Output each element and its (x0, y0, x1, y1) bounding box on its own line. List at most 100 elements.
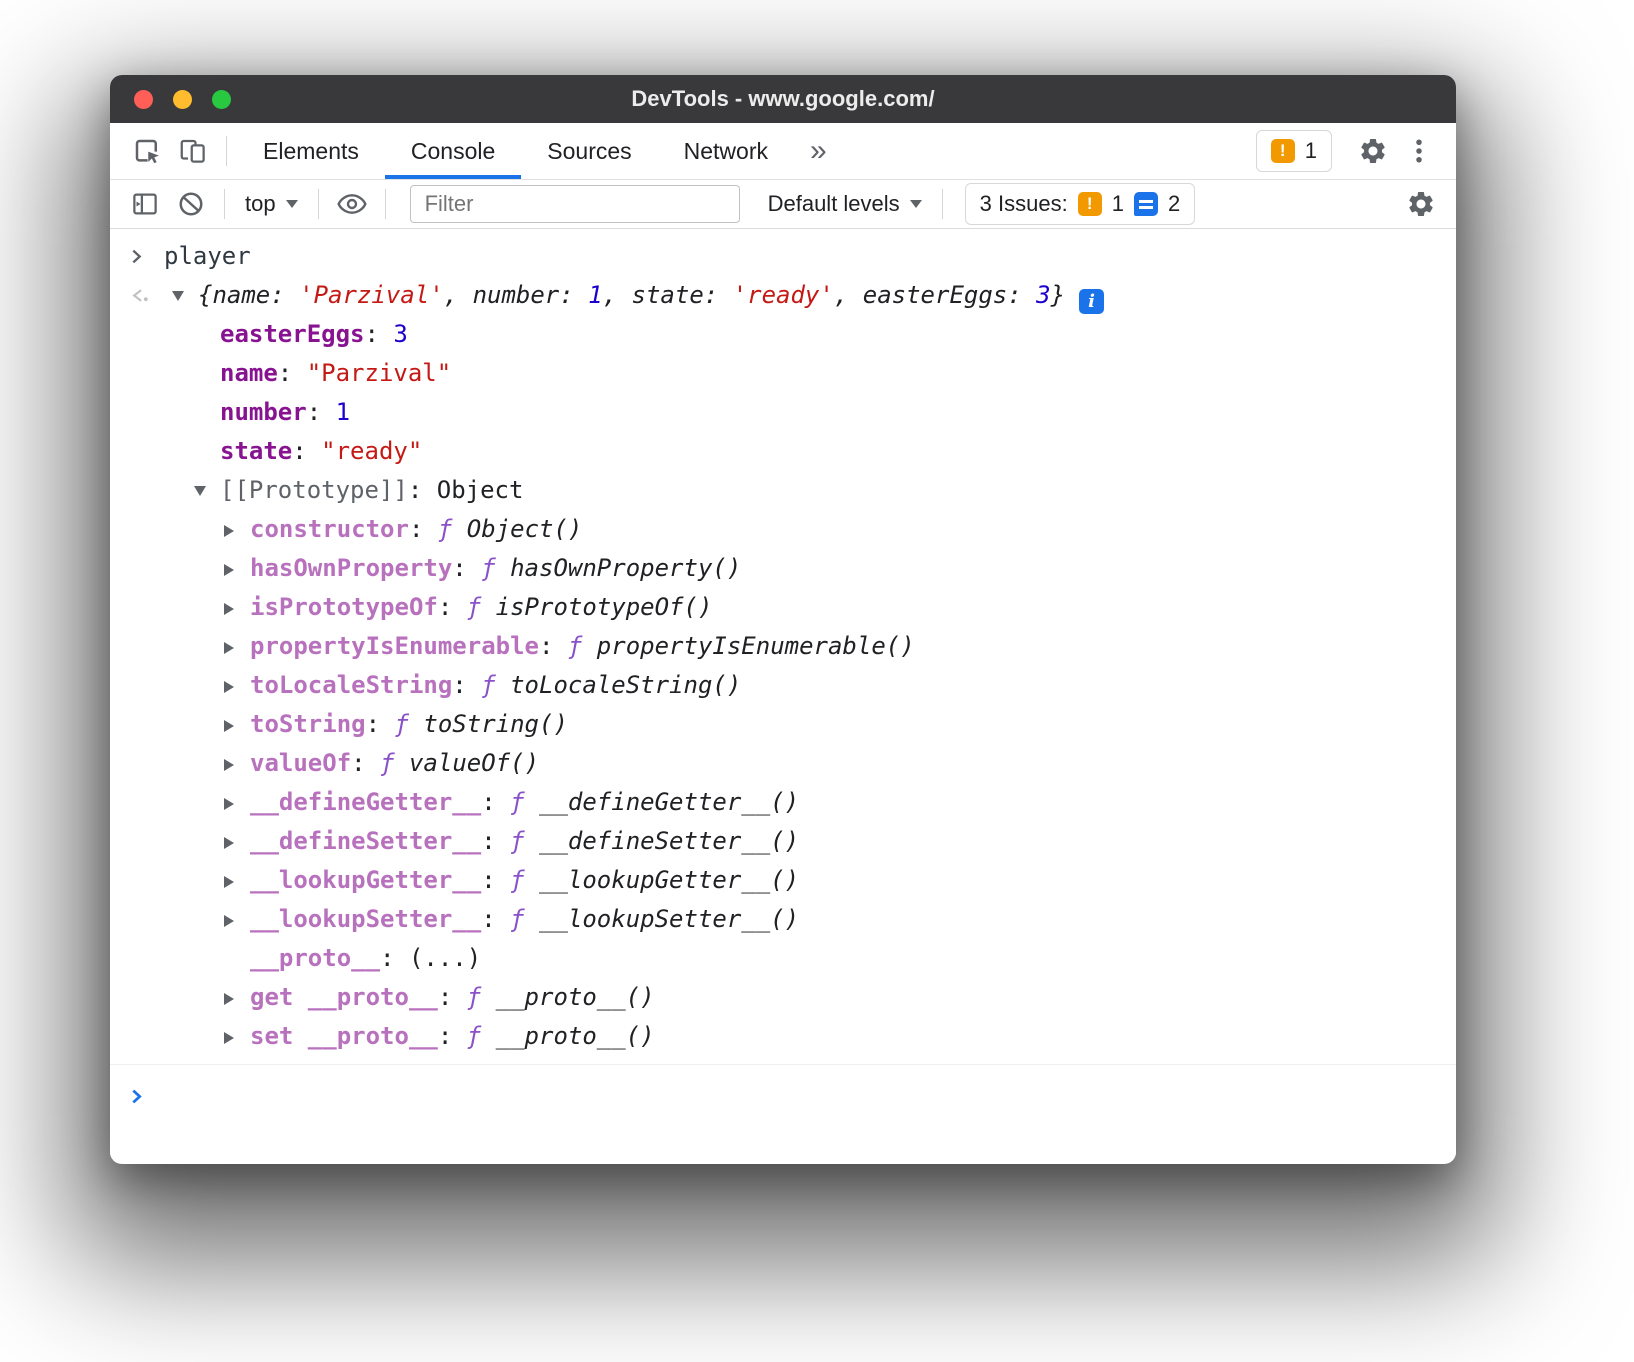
tab-sources[interactable]: Sources (521, 123, 657, 179)
disclosure-triangle-icon[interactable] (224, 744, 250, 783)
disclosure-triangle-icon[interactable] (224, 1017, 250, 1056)
disclosure-triangle-icon[interactable] (224, 627, 250, 666)
console-token: 'ready' (733, 281, 834, 309)
console-row: propertyIsEnumerable: ƒ propertyIsEnumer… (110, 627, 1456, 666)
console-token: : (481, 866, 510, 894)
console-token: toLocaleString() (510, 671, 741, 699)
console-panel: player{name: 'Parzival', number: 1, stat… (110, 229, 1456, 1163)
console-token: number (473, 281, 560, 309)
disclosure-triangle-icon[interactable] (224, 705, 250, 744)
filter-input[interactable] (410, 185, 740, 223)
separator (318, 189, 319, 219)
console-token: __defineSetter__() (539, 827, 799, 855)
return-value-arrow-icon (128, 276, 152, 315)
console-token: "ready" (321, 437, 422, 465)
clear-console-icon[interactable] (168, 181, 214, 227)
disclosure-triangle-icon[interactable] (224, 861, 250, 900)
separator (942, 189, 943, 219)
disclosure-triangle-icon[interactable] (224, 549, 250, 588)
issues-warning-count: 1 (1112, 191, 1124, 217)
disclosure-triangle-icon[interactable] (224, 978, 250, 1017)
console-token: : (278, 359, 307, 387)
console-token: : (438, 593, 467, 621)
warning-icon: ! (1078, 192, 1102, 216)
disclosure-triangle-icon[interactable] (172, 276, 198, 315)
console-token: __lookupSetter__() (539, 905, 799, 933)
console-token: ƒ (467, 1022, 496, 1050)
console-token: 1 (588, 281, 602, 309)
console-token: __defineSetter__ (250, 827, 481, 855)
console-token: : (559, 281, 588, 309)
console-token: state (632, 281, 704, 309)
console-token: : (481, 905, 510, 933)
console-token: hasOwnProperty (250, 554, 452, 582)
console-token: valueOf (250, 749, 351, 777)
console-token: , (834, 281, 863, 309)
panel-tab-bar: ElementsConsoleSourcesNetwork » ! 1 (110, 123, 1456, 180)
live-expression-eye-icon[interactable] (329, 181, 375, 227)
console-token: : (704, 281, 733, 309)
separator (226, 136, 227, 166)
console-token: propertyIsEnumerable (250, 632, 539, 660)
console-token: ƒ (510, 827, 539, 855)
console-token: ƒ (510, 866, 539, 894)
close-window-button[interactable] (134, 90, 153, 109)
execution-context-selector[interactable]: top (235, 191, 308, 217)
disclosure-triangle-icon[interactable] (224, 510, 250, 549)
console-sidebar-toggle-icon[interactable] (122, 181, 168, 227)
console-token: Object (437, 476, 524, 504)
more-tabs-button[interactable]: » (794, 134, 843, 168)
console-row: hasOwnProperty: ƒ hasOwnProperty() (110, 549, 1456, 588)
console-token: ƒ (467, 593, 496, 621)
window-title: DevTools - www.google.com/ (631, 86, 934, 112)
disclosure-triangle-icon[interactable] (194, 471, 220, 510)
console-token: : (307, 398, 336, 426)
settings-gear-icon[interactable] (1350, 128, 1396, 174)
tab-network[interactable]: Network (658, 123, 794, 179)
console-token: : (270, 281, 299, 309)
disclosure-triangle-icon[interactable] (224, 666, 250, 705)
info-icon[interactable]: i (1079, 289, 1104, 314)
disclosure-triangle-icon[interactable] (224, 900, 250, 939)
kebab-menu-icon[interactable] (1396, 128, 1442, 174)
console-token: : (380, 944, 409, 972)
console-token: ƒ (568, 632, 597, 660)
console-token: 3 (393, 320, 407, 348)
window-titlebar[interactable]: DevTools - www.google.com/ (110, 75, 1456, 123)
console-token: __defineGetter__() (539, 788, 799, 816)
minimize-window-button[interactable] (173, 90, 192, 109)
maximize-window-button[interactable] (212, 90, 231, 109)
console-token: constructor (250, 515, 409, 543)
device-toolbar-icon[interactable] (170, 128, 216, 174)
issues-warning-badge[interactable]: ! 1 (1256, 130, 1332, 172)
log-levels-selector[interactable]: Default levels (758, 191, 932, 217)
console-settings-gear-icon[interactable] (1398, 181, 1444, 227)
console-row: __defineSetter__: ƒ __defineSetter__() (110, 822, 1456, 861)
console-token: isPrototypeOf (250, 593, 438, 621)
console-row: __lookupSetter__: ƒ __lookupSetter__() (110, 900, 1456, 939)
tab-console[interactable]: Console (385, 123, 521, 179)
issues-counter-button[interactable]: 3 Issues: ! 1 2 (965, 183, 1196, 225)
console-token: toString (250, 710, 366, 738)
console-row: constructor: ƒ Object() (110, 510, 1456, 549)
disclosure-triangle-icon[interactable] (224, 822, 250, 861)
inspect-element-icon[interactable] (124, 128, 170, 174)
console-log: player{name: 'Parzival', number: 1, stat… (110, 237, 1456, 1056)
panel-tabs: ElementsConsoleSourcesNetwork (237, 123, 794, 179)
disclosure-triangle-icon[interactable] (224, 783, 250, 822)
console-token: __lookupGetter__() (539, 866, 799, 894)
console-token: set __proto__ (250, 1022, 438, 1050)
console-toolbar: top Default levels 3 Issues: ! 1 (110, 180, 1456, 229)
console-token: : (481, 788, 510, 816)
console-row: {name: 'Parzival', number: 1, state: 're… (110, 276, 1456, 315)
tab-elements[interactable]: Elements (237, 123, 385, 179)
console-prompt-input[interactable] (110, 1064, 1456, 1134)
console-token: : (1007, 281, 1036, 309)
console-token: __proto__() (496, 983, 655, 1011)
console-row: get __proto__: ƒ __proto__() (110, 978, 1456, 1017)
console-token: , (444, 281, 473, 309)
disclosure-triangle-icon[interactable] (224, 588, 250, 627)
console-token: : (292, 437, 321, 465)
warning-icon: ! (1271, 139, 1295, 163)
console-token: isPrototypeOf() (496, 593, 713, 621)
